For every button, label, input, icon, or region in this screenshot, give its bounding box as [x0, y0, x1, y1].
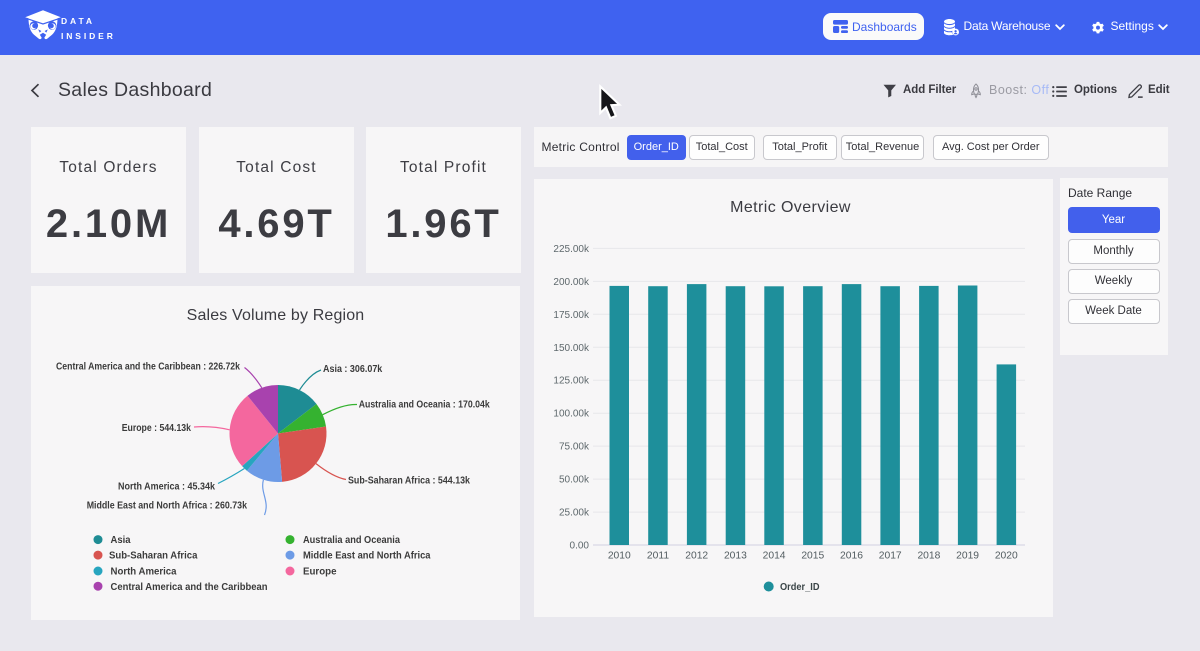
svg-text:Australia and Oceania: Australia and Oceania [303, 535, 400, 546]
svg-text:2016: 2016 [840, 551, 863, 562]
svg-text:125.00k: 125.00k [553, 376, 590, 387]
svg-text:Sub-Saharan Africa: Sub-Saharan Africa [109, 551, 198, 562]
svg-text:Central America and the Caribb: Central America and the Caribbean [111, 582, 268, 593]
svg-text:Asia : 306.07k: Asia : 306.07k [323, 364, 383, 375]
svg-text:Middle East and North Africa :: Middle East and North Africa : 260.73k [87, 501, 248, 512]
svg-text:Europe : 544.13k: Europe : 544.13k [122, 423, 192, 434]
svg-text:Asia: Asia [111, 535, 131, 546]
svg-text:2017: 2017 [879, 551, 902, 562]
svg-text:200.00k: 200.00k [553, 277, 590, 288]
svg-text:North America : 45.34k: North America : 45.34k [118, 481, 215, 492]
svg-text:100.00k: 100.00k [553, 409, 590, 420]
svg-text:2012: 2012 [685, 551, 708, 562]
svg-text:2010: 2010 [608, 551, 631, 562]
svg-text:150.00k: 150.00k [553, 343, 590, 354]
svg-text:Europe: Europe [303, 567, 337, 578]
svg-text:Australia and Oceania : 170.04: Australia and Oceania : 170.04k [359, 400, 490, 411]
svg-text:25.00k: 25.00k [559, 508, 590, 519]
svg-text:2013: 2013 [724, 551, 747, 562]
svg-text:Sub-Saharan Africa : 544.13k: Sub-Saharan Africa : 544.13k [348, 476, 470, 487]
svg-text:2019: 2019 [956, 551, 979, 562]
svg-text:Order_ID: Order_ID [780, 581, 820, 593]
svg-text:2014: 2014 [763, 551, 786, 562]
svg-text:2020: 2020 [995, 551, 1018, 562]
svg-text:2011: 2011 [647, 551, 669, 562]
svg-text:2015: 2015 [801, 551, 824, 562]
svg-text:Middle East and North Africa: Middle East and North Africa [303, 551, 431, 562]
svg-text:75.00k: 75.00k [559, 442, 590, 453]
svg-text:North America: North America [111, 567, 177, 578]
svg-text:225.00k: 225.00k [553, 244, 590, 255]
svg-text:Central America and the Caribb: Central America and the Caribbean : 226.… [56, 361, 240, 372]
svg-text:175.00k: 175.00k [553, 310, 590, 321]
svg-text:0.00: 0.00 [570, 541, 590, 552]
svg-text:50.00k: 50.00k [559, 475, 590, 486]
svg-text:2018: 2018 [917, 551, 940, 562]
